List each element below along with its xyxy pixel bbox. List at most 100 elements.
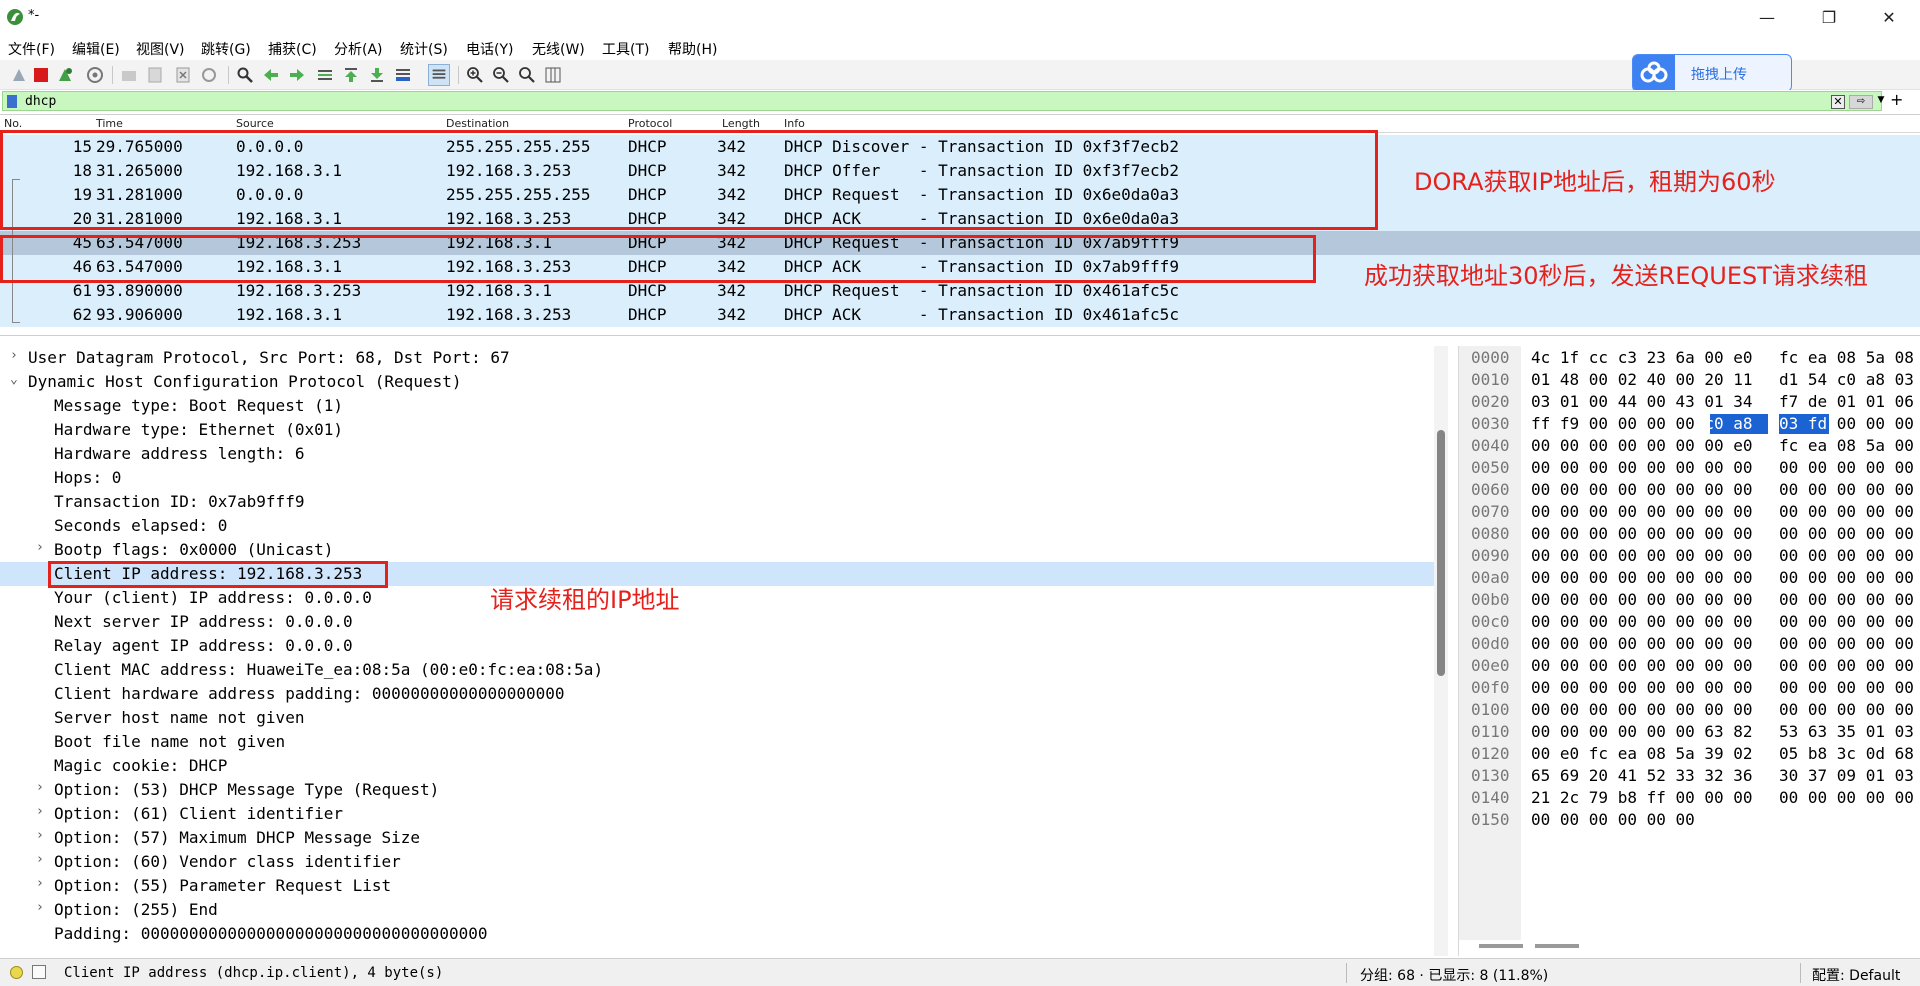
open-file-icon[interactable] xyxy=(120,66,138,84)
stop-capture-icon[interactable] xyxy=(32,66,50,84)
details-scrollbar-thumb[interactable] xyxy=(1437,430,1445,676)
detail-row[interactable]: › Option: (57) Maximum DHCP Message Size xyxy=(0,826,1448,850)
detail-row[interactable]: › Option: (255) End xyxy=(0,898,1448,922)
bytes-row[interactable]: 00f0 00 00 00 00 00 00 00 00 00 00 00 00 0… xyxy=(1459,676,1920,698)
restore-button[interactable]: ❐ xyxy=(1806,6,1852,30)
column-time[interactable]: Time xyxy=(96,117,123,130)
zoom-out-icon[interactable] xyxy=(492,66,510,84)
menu-analyze[interactable]: 分析(A) xyxy=(334,39,383,59)
close-button[interactable]: ✕ xyxy=(1866,6,1912,30)
clear-filter-icon[interactable]: ✕ xyxy=(1831,95,1845,109)
column-protocol[interactable]: Protocol xyxy=(628,117,672,130)
menu-view[interactable]: 视图(V) xyxy=(136,39,185,59)
colorize-icon[interactable] xyxy=(428,64,450,86)
bytes-row[interactable]: 0010 01 48 00 02 40 00 20 11 d1 54 c0 a8 0… xyxy=(1459,368,1920,390)
bytes-row[interactable]: 00b0 00 00 00 00 00 00 00 00 00 00 00 00 0… xyxy=(1459,588,1920,610)
detail-row[interactable]: Relay agent IP address: 0.0.0.0 xyxy=(0,634,1448,658)
apply-filter-icon[interactable]: ⇨ xyxy=(1849,95,1873,109)
column-length[interactable]: Length xyxy=(722,117,760,130)
menu-file[interactable]: 文件(F) xyxy=(8,39,55,59)
column-info[interactable]: Info xyxy=(784,117,805,130)
detail-row[interactable]: Magic cookie: DHCP xyxy=(0,754,1448,778)
chevron-right-icon[interactable]: › xyxy=(36,780,44,795)
detail-row[interactable]: › Option: (55) Parameter Request List xyxy=(0,874,1448,898)
find-packet-icon[interactable] xyxy=(236,66,254,84)
chevron-right-icon[interactable]: › xyxy=(36,900,44,915)
chevron-right-icon[interactable]: › xyxy=(36,540,44,555)
column-source[interactable]: Source xyxy=(236,117,274,130)
detail-row[interactable]: Your (client) IP address: 0.0.0.0 xyxy=(0,586,1448,610)
display-filter-input[interactable]: dhcp ✕ ⇨ ▼ xyxy=(2,91,1884,111)
bytes-row[interactable]: 0040 00 00 00 00 00 00 00 e0 fc ea 08 5a 0… xyxy=(1459,434,1920,456)
detail-row[interactable]: › Option: (60) Vendor class identifier xyxy=(0,850,1448,874)
bytes-row[interactable]: 0030 ff f9 00 00 00 00 c0 a8 03 fd 00 00 0… xyxy=(1459,412,1920,434)
bytes-row[interactable]: 0140 21 2c 79 b8 ff 00 00 00 00 00 00 00 0… xyxy=(1459,786,1920,808)
bytes-row[interactable]: 0110 00 00 00 00 00 00 63 82 53 63 35 01 0… xyxy=(1459,720,1920,742)
chevron-right-icon[interactable]: › xyxy=(36,804,44,819)
detail-row[interactable]: › Bootp flags: 0x0000 (Unicast) xyxy=(0,538,1448,562)
detail-row[interactable]: Transaction ID: 0x7ab9fff9 xyxy=(0,490,1448,514)
detail-row[interactable]: Padding: 0000000000000000000000000000000… xyxy=(0,922,1448,946)
detail-row[interactable]: Message type: Boot Request (1) xyxy=(0,394,1448,418)
detail-row[interactable]: › Option: (53) DHCP Message Type (Request… xyxy=(0,778,1448,802)
chevron-right-icon[interactable]: › xyxy=(36,876,44,891)
edit-comment-icon[interactable] xyxy=(32,965,46,979)
menu-telephony[interactable]: 电话(Y) xyxy=(466,39,513,59)
bytes-horizontal-scrollbar[interactable] xyxy=(1479,942,1919,950)
bytes-row[interactable]: 00a0 00 00 00 00 00 00 00 00 00 00 00 00 0… xyxy=(1459,566,1920,588)
close-file-icon[interactable] xyxy=(174,66,192,84)
detail-row[interactable]: Seconds elapsed: 0 xyxy=(0,514,1448,538)
bytes-row[interactable]: 0100 00 00 00 00 00 00 00 00 00 00 00 00 0… xyxy=(1459,698,1920,720)
chevron-down-icon[interactable]: ▼ xyxy=(1875,95,1887,109)
menu-wireless[interactable]: 无线(W) xyxy=(532,39,585,59)
bytes-row[interactable]: 0060 00 00 00 00 00 00 00 00 00 00 00 00 0… xyxy=(1459,478,1920,500)
packet-row[interactable]: 62 93.906000 192.168.3.1 192.168.3.253 DHCP 3… xyxy=(0,303,1920,327)
menu-tools[interactable]: 工具(T) xyxy=(602,39,649,59)
start-capture-icon[interactable] xyxy=(10,66,28,84)
bytes-row[interactable]: 0130 65 69 20 41 52 33 32 36 30 37 09 01 0… xyxy=(1459,764,1920,786)
bytes-row[interactable]: 0120 00 e0 fc ea 08 5a 39 02 05 b8 3c 0d 6… xyxy=(1459,742,1920,764)
go-back-icon[interactable] xyxy=(262,66,280,84)
bytes-row[interactable]: 00e0 00 00 00 00 00 00 00 00 00 00 00 00 0… xyxy=(1459,654,1920,676)
bytes-row[interactable]: 0150 00 00 00 00 00 00 xyxy=(1459,808,1920,830)
menu-edit[interactable]: 编辑(E) xyxy=(72,39,120,59)
detail-row[interactable]: › User Datagram Protocol, Src Port: 68, D… xyxy=(0,346,1448,370)
bytes-row[interactable]: 0070 00 00 00 00 00 00 00 00 00 00 00 00 0… xyxy=(1459,500,1920,522)
drag-upload-widget[interactable]: 拖拽上传 xyxy=(1632,54,1792,92)
detail-row[interactable]: ⌄ Dynamic Host Configuration Protocol (Re… xyxy=(0,370,1448,394)
bytes-row[interactable]: 0090 00 00 00 00 00 00 00 00 00 00 00 00 0… xyxy=(1459,544,1920,566)
restart-capture-icon[interactable] xyxy=(56,66,74,84)
bytes-row[interactable]: 00c0 00 00 00 00 00 00 00 00 00 00 00 00 0… xyxy=(1459,610,1920,632)
go-to-packet-icon[interactable] xyxy=(316,66,334,84)
menu-help[interactable]: 帮助(H) xyxy=(668,39,717,59)
bytes-row[interactable]: 0080 00 00 00 00 00 00 00 00 00 00 00 00 0… xyxy=(1459,522,1920,544)
bytes-row[interactable]: 0050 00 00 00 00 00 00 00 00 00 00 00 00 0… xyxy=(1459,456,1920,478)
normal-size-icon[interactable] xyxy=(518,66,536,84)
detail-row[interactable]: Client MAC address: HuaweiTe_ea:08:5a (0… xyxy=(0,658,1448,682)
save-file-icon[interactable] xyxy=(146,66,164,84)
column-no[interactable]: No. xyxy=(4,117,22,130)
detail-row[interactable]: Next server IP address: 0.0.0.0 xyxy=(0,610,1448,634)
minimize-button[interactable]: — xyxy=(1744,6,1790,30)
detail-row[interactable]: Hardware address length: 6 xyxy=(0,442,1448,466)
detail-row[interactable]: › Option: (61) Client identifier xyxy=(0,802,1448,826)
chevron-right-icon[interactable]: › xyxy=(10,348,18,363)
chevron-right-icon[interactable]: › xyxy=(36,828,44,843)
column-destination[interactable]: Destination xyxy=(446,117,509,130)
bookmark-icon[interactable] xyxy=(7,95,17,108)
detail-row[interactable]: Hardware type: Ethernet (0x01) xyxy=(0,418,1448,442)
detail-row[interactable]: Server host name not given xyxy=(0,706,1448,730)
bytes-row[interactable]: 0000 4c 1f cc c3 23 6a 00 e0 fc ea 08 5a 0… xyxy=(1459,346,1920,368)
capture-options-icon[interactable] xyxy=(86,66,104,84)
menu-statistics[interactable]: 统计(S) xyxy=(400,39,448,59)
menu-go[interactable]: 跳转(G) xyxy=(201,39,251,59)
add-filter-button[interactable]: + xyxy=(1890,90,1903,109)
go-forward-icon[interactable] xyxy=(288,66,306,84)
auto-scroll-icon[interactable] xyxy=(394,66,412,84)
detail-row[interactable]: Hops: 0 xyxy=(0,466,1448,490)
bytes-row[interactable]: 00d0 00 00 00 00 00 00 00 00 00 00 00 00 0… xyxy=(1459,632,1920,654)
resize-columns-icon[interactable] xyxy=(544,66,562,84)
status-profile[interactable]: 配置: Default xyxy=(1812,965,1900,985)
chevron-right-icon[interactable]: › xyxy=(36,852,44,867)
expert-info-icon[interactable] xyxy=(10,966,23,979)
